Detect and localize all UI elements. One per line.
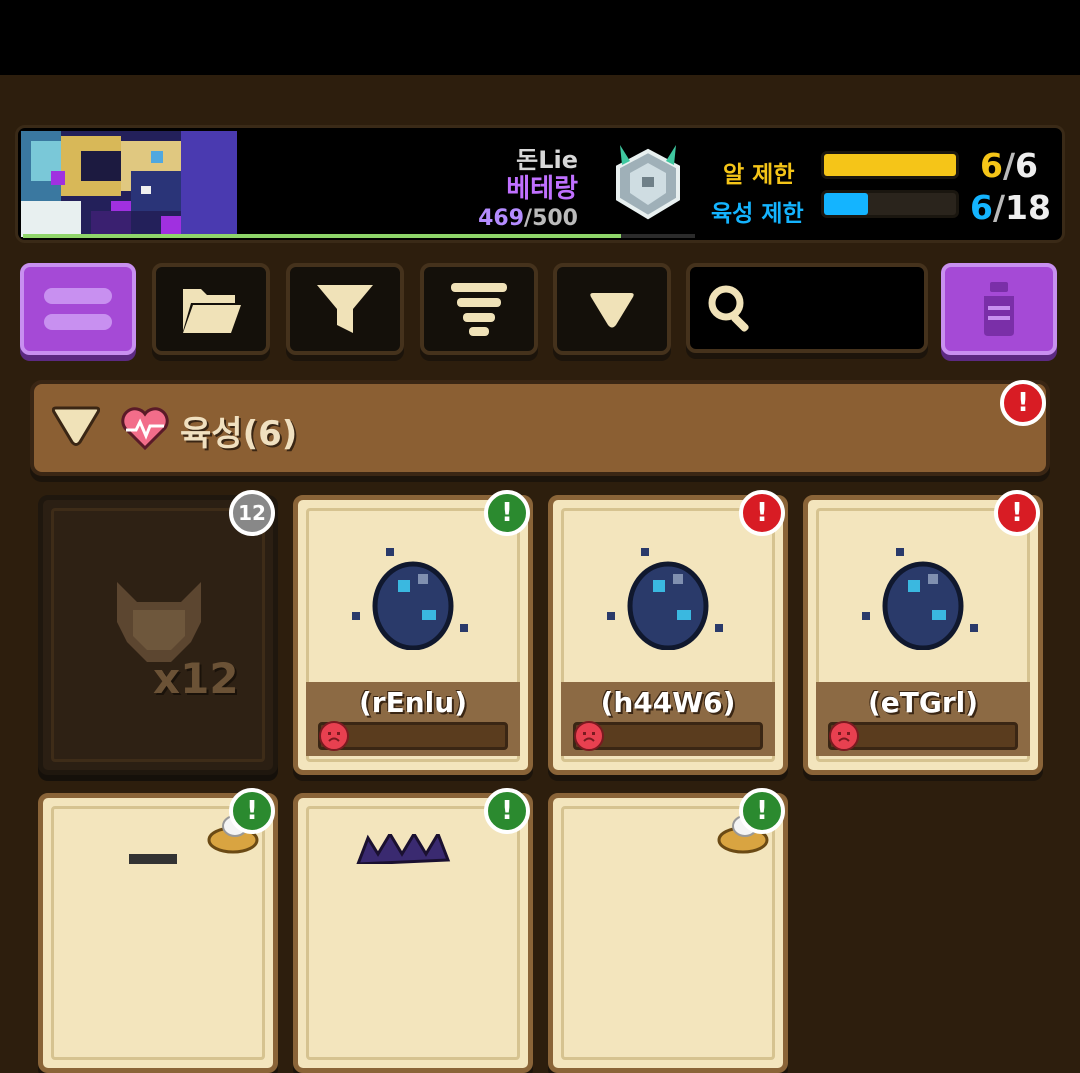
- card-3-alert-badge: !: [994, 490, 1040, 536]
- blue-egg-icon: [607, 548, 723, 650]
- section-title: 육성(6): [180, 406, 297, 455]
- system-status-bar: [0, 0, 1080, 75]
- pet-collection-count: 469/500: [478, 206, 578, 231]
- pet-name: (eTGrl): [867, 686, 979, 719]
- avatar[interactable]: [21, 131, 237, 237]
- pet-namebar: (rEnlu): [306, 682, 520, 756]
- raise-limit-bar: [821, 190, 959, 218]
- dragon-portrait-icon: [21, 131, 237, 237]
- egg-limit-value: 6/6: [980, 146, 1038, 185]
- collapse-triangle-icon: [52, 406, 100, 446]
- xp-bar: [23, 234, 695, 238]
- menu-button[interactable]: [20, 263, 136, 355]
- pet-sprite-partial: [129, 854, 177, 864]
- mood-bar: [828, 721, 1018, 751]
- folder-icon: [183, 289, 241, 333]
- blue-egg-icon: [862, 548, 978, 650]
- egg-limit-max: 6: [1015, 146, 1038, 185]
- egg-card-3[interactable]: (eTGrl): [803, 495, 1043, 775]
- section-title-text: 육성: [180, 414, 243, 454]
- locked-count-label: x12: [153, 654, 239, 703]
- dropdown-button[interactable]: [553, 263, 671, 355]
- locked-pet-card[interactable]: x12: [38, 495, 278, 775]
- folder-button[interactable]: [152, 263, 270, 355]
- potion-button[interactable]: [941, 263, 1057, 355]
- search-input[interactable]: [760, 285, 910, 331]
- sort-button[interactable]: [420, 263, 538, 355]
- raise-limit-value: 6/18: [970, 188, 1051, 227]
- blue-egg-icon: [352, 548, 468, 650]
- raise-limit-current: 6: [970, 188, 993, 227]
- raising-section-header[interactable]: 육성(6): [30, 380, 1050, 476]
- egg-card-1[interactable]: (rEnlu): [293, 495, 533, 775]
- card-5-alert-badge: !: [484, 788, 530, 834]
- hamburger-icon: [44, 288, 112, 330]
- player-title: 베테랑: [506, 174, 578, 204]
- raise-limit-fill: [824, 193, 868, 215]
- bottle-icon: [984, 282, 1014, 336]
- pet-name: (h44W6): [600, 686, 736, 719]
- collection-current: 469: [478, 206, 525, 231]
- egg-limit-bar: [821, 151, 959, 179]
- section-count: (6): [242, 414, 298, 454]
- card-1-alert-badge: !: [484, 490, 530, 536]
- card-4-alert-badge: !: [229, 788, 275, 834]
- card-2-alert-badge: !: [739, 490, 785, 536]
- search-box[interactable]: [686, 263, 928, 353]
- egg-limit-fill: [824, 154, 956, 176]
- raise-limit-max: 18: [1005, 188, 1051, 227]
- heart-pulse-icon: [121, 407, 169, 451]
- pet-card-4[interactable]: [38, 793, 278, 1073]
- mood-bar: [318, 721, 508, 751]
- triangle-down-icon: [590, 293, 634, 328]
- pet-name: (rEnlu): [359, 686, 467, 719]
- xp-bar-fill: [23, 234, 622, 238]
- pet-namebar: (h44W6): [561, 682, 775, 756]
- raise-limit-label: 육성 제한: [711, 201, 804, 227]
- pet-card-6[interactable]: [548, 793, 788, 1073]
- filter-button[interactable]: [286, 263, 404, 355]
- section-alert-badge: !: [1000, 380, 1046, 426]
- pet-namebar: (eTGrl): [816, 682, 1030, 756]
- angry-face-icon: [829, 721, 859, 751]
- egg-limit-current: 6: [980, 146, 1003, 185]
- locked-count-badge: 12: [229, 490, 275, 536]
- collection-max: /500: [524, 206, 578, 231]
- egg-limit-label: 알 제한: [723, 162, 795, 188]
- funnel-icon: [317, 285, 373, 333]
- card-6-alert-badge: !: [739, 788, 785, 834]
- egg-card-2[interactable]: (h44W6): [548, 495, 788, 775]
- mood-bar: [573, 721, 763, 751]
- angry-face-icon: [574, 721, 604, 751]
- rank-badge-icon: [616, 145, 680, 220]
- sort-icon: [451, 283, 507, 336]
- profile-panel: 돈Lie 베테랑 469/500 알 제한 6/6 육성 제한 6/18: [15, 125, 1065, 243]
- search-icon: [708, 285, 749, 332]
- dark-pet-sprite-icon: [356, 834, 451, 864]
- angry-face-icon: [319, 721, 349, 751]
- pet-card-5[interactable]: [293, 793, 533, 1073]
